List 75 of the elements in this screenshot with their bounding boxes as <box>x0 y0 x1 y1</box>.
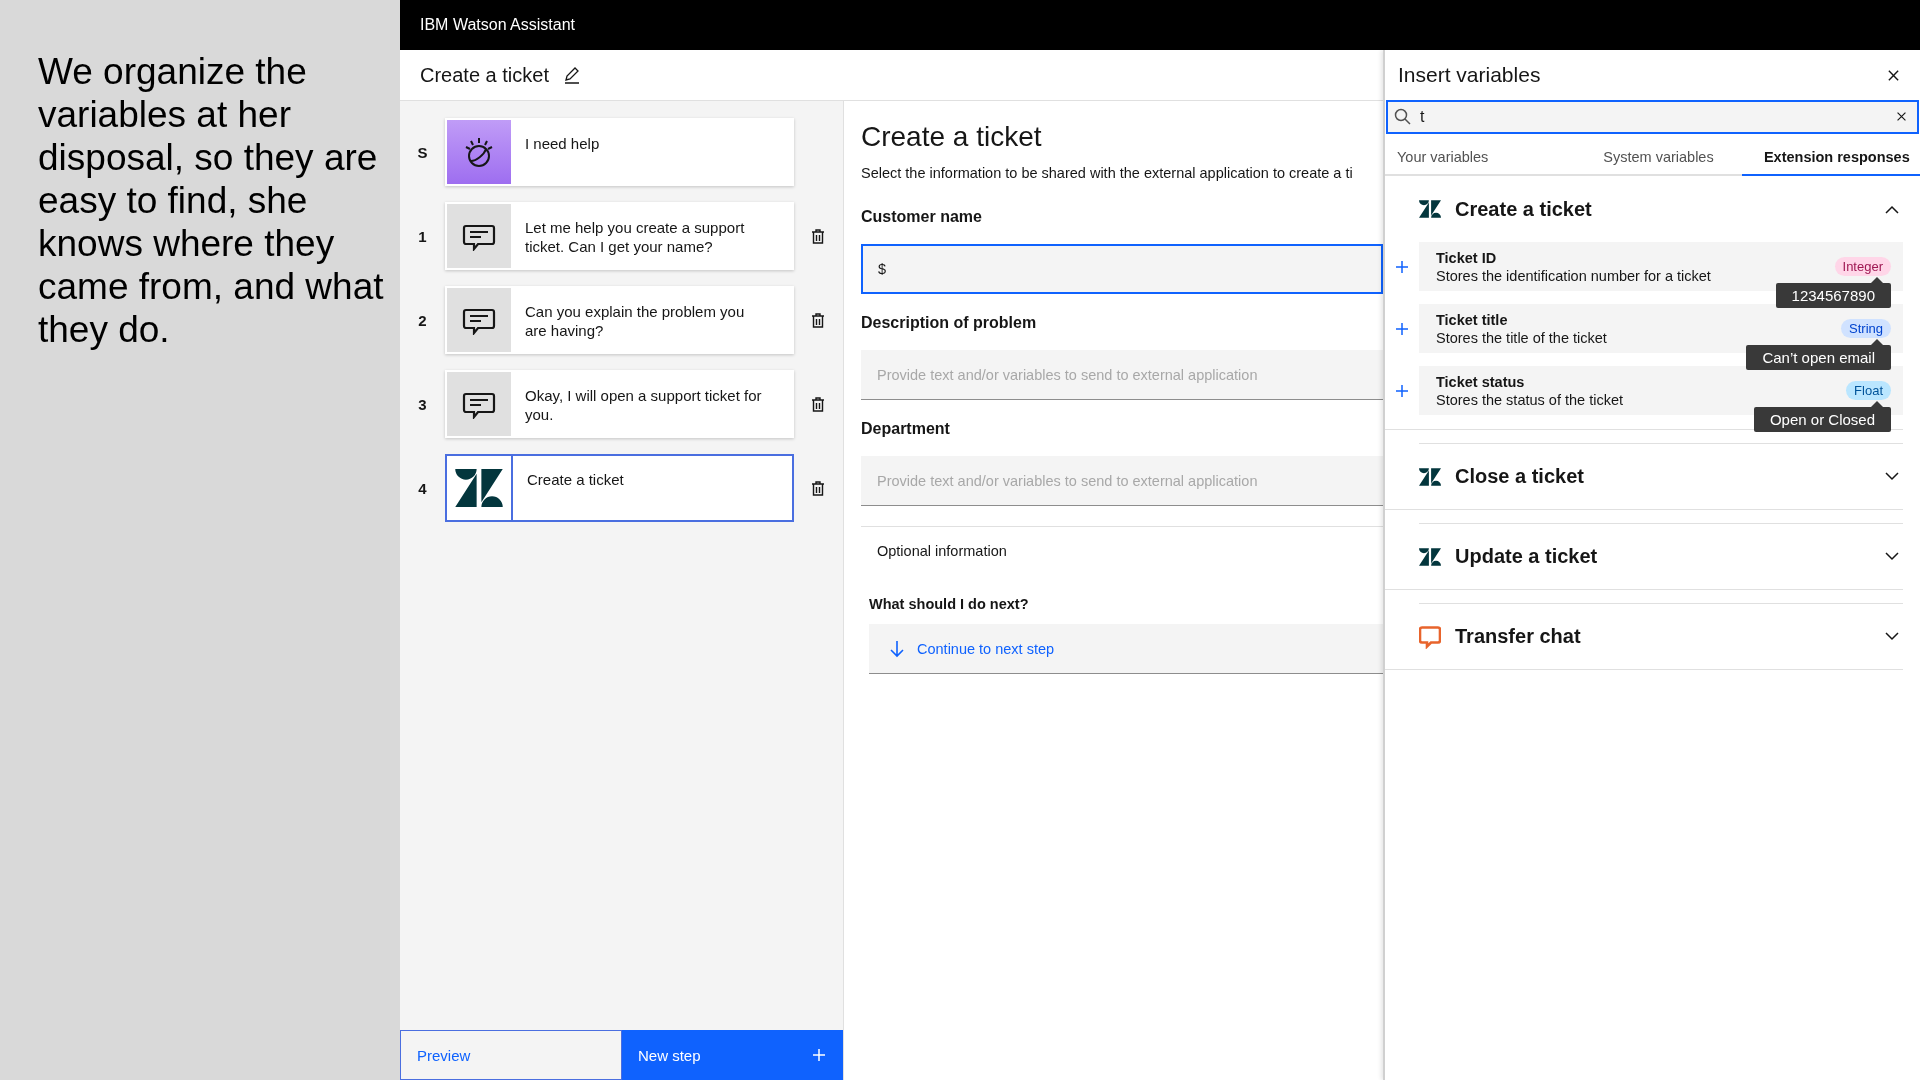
preview-button[interactable]: Preview <box>400 1030 622 1080</box>
accordion-header[interactable]: Create a ticket <box>1419 176 1903 242</box>
tooltip-pointer-icon <box>1871 401 1883 407</box>
step-text: Create a ticket <box>527 470 624 489</box>
optional-section-toggle[interactable]: Optional information <box>861 527 1383 559</box>
tab[interactable]: Extension responses <box>1741 140 1920 176</box>
step-number: 2 <box>417 311 428 329</box>
step-text: I need help <box>525 134 600 153</box>
continue-button[interactable]: Continue to next step <box>869 624 1383 674</box>
variable-name: Ticket ID <box>1436 249 1498 266</box>
chevron-down-icon <box>1885 632 1899 641</box>
search-field[interactable]: t <box>1386 100 1919 134</box>
new-step-button[interactable]: New step <box>622 1030 843 1080</box>
accordion-header[interactable]: Transfer chat <box>1419 603 1903 669</box>
section-label: What should I do next? <box>869 596 1030 612</box>
tooltip-pointer-icon <box>1871 339 1883 345</box>
trash-icon[interactable] <box>810 479 826 497</box>
step-card[interactable]: Can you explain the problem you are having? <box>445 286 794 354</box>
trash-icon[interactable] <box>810 311 826 329</box>
type-tag: String <box>1841 319 1891 338</box>
step-number: 4 <box>417 479 428 497</box>
accordion-header[interactable]: Update a ticket <box>1419 523 1903 589</box>
editor-title: Create a ticket <box>861 121 1043 153</box>
zendesk-logo-icon <box>455 469 503 507</box>
plus-icon[interactable] <box>1396 322 1408 335</box>
chevron-up-icon <box>1885 204 1899 214</box>
plus-icon[interactable] <box>1396 260 1408 273</box>
field-label: Description of problem <box>861 314 1038 332</box>
step-card[interactable]: I need help <box>445 118 794 186</box>
step-card[interactable]: Create a ticket <box>445 454 794 522</box>
step-card[interactable]: Okay, I will open a support ticket for you. <box>445 370 794 438</box>
plus-icon[interactable] <box>1396 384 1408 397</box>
search-icon <box>1394 108 1411 125</box>
clear-icon[interactable] <box>1896 111 1907 122</box>
input-field[interactable]: $ <box>861 244 1383 294</box>
panel-title: Insert variables <box>1398 63 1541 87</box>
trash-icon[interactable] <box>810 395 826 413</box>
action-title: Create a ticket <box>420 63 549 87</box>
variable-description: Stores the title of the ticket <box>1436 329 1608 346</box>
edit-pencil-icon <box>562 66 580 84</box>
arrow-down-icon <box>889 639 905 658</box>
caption-paragraph: We organize the variables at her disposal, so they are easy to find, she knows where they came from, and what they do. <box>38 50 385 351</box>
variable-name: Ticket status <box>1436 373 1526 390</box>
variable-name: Ticket title <box>1436 311 1509 328</box>
plus-icon <box>813 1049 825 1061</box>
chevron-down-icon <box>1885 472 1899 481</box>
example-tooltip: Can’t open email <box>1746 345 1891 370</box>
step-number: 3 <box>417 395 428 413</box>
example-tooltip: 1234567890 <box>1775 283 1891 308</box>
chat-bubble-icon <box>1419 624 1441 649</box>
editor-description: Select the information to be shared with the external application to create a ti <box>861 165 1354 181</box>
input-field[interactable]: Provide text and/or variables to send to external application <box>861 350 1383 400</box>
type-tag: Integer <box>1834 257 1891 276</box>
input-field[interactable]: Provide text and/or variables to send to external application <box>861 456 1383 506</box>
tooltip-pointer-icon <box>1871 277 1883 283</box>
field-label: Department <box>861 420 951 438</box>
accordion-header[interactable]: Close a ticket <box>1419 443 1903 509</box>
chevron-down-icon <box>1885 552 1899 561</box>
step-number: 1 <box>417 227 428 245</box>
field-label: Customer name <box>861 208 983 226</box>
variable-description: Stores the identification number for a ticket <box>1436 267 1712 284</box>
tab[interactable]: Your variables <box>1385 140 1564 176</box>
type-tag: Float <box>1846 381 1891 400</box>
step-text: Okay, I will open a support ticket for you. <box>525 386 763 424</box>
step-card[interactable]: Let me help you create a support ticket. Can I get your name? <box>445 202 794 270</box>
step-text: Let me help you create a support ticket. Can I get your name? <box>525 218 746 256</box>
variable-description: Stores the status of the ticket <box>1436 391 1624 408</box>
step-text: Can you explain the problem you are having? <box>525 302 746 340</box>
app-title: IBM Watson Assistant <box>420 16 575 34</box>
trash-icon[interactable] <box>810 227 826 245</box>
zendesk-logo-icon <box>1419 197 1441 221</box>
tab[interactable]: System variables <box>1563 140 1742 176</box>
step-number: S <box>416 143 429 161</box>
example-tooltip: Open or Closed <box>1753 407 1891 432</box>
close-icon[interactable] <box>1887 68 1900 82</box>
